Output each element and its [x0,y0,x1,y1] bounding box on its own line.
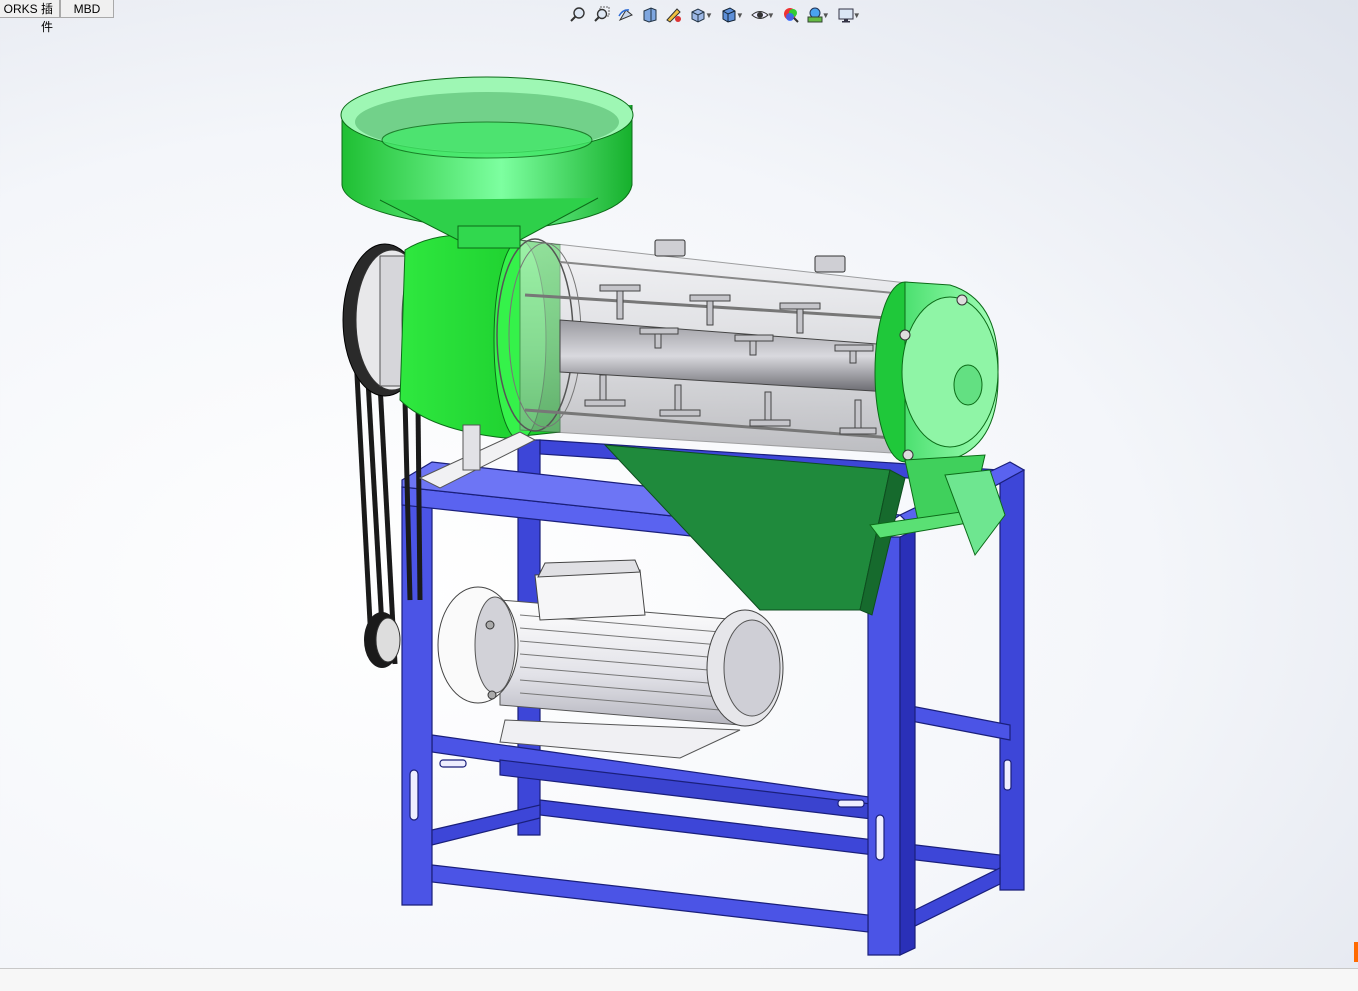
electric-motor[interactable] [437,559,784,759]
zoom-to-area-button[interactable] [590,4,614,26]
dynamic-annotation-button[interactable] [662,4,686,26]
hide-show-items-button[interactable] [748,4,772,26]
tab-mbd[interactable]: MBD [60,0,114,18]
zoom-to-fit-icon [570,7,585,22]
edge-indicator [1354,942,1358,962]
zoom-to-fit-button[interactable] [566,4,590,26]
previous-view-icon [618,9,633,22]
display-style-button[interactable] [717,4,741,26]
status-bar-strip [0,968,1358,991]
feed-hopper[interactable] [340,76,634,249]
section-view-icon [643,7,657,23]
section-view-button[interactable] [638,4,662,26]
view-orientation-button[interactable] [686,4,710,26]
motor-pulley[interactable] [364,612,401,668]
view-settings-button[interactable] [834,4,858,26]
graphics-area[interactable] [0,28,1358,968]
screen-drum[interactable] [496,238,926,456]
edit-appearance-icon [783,8,799,23]
apply-scene-icon [807,7,823,23]
apply-scene-button[interactable] [803,4,827,26]
edit-appearance-button[interactable] [779,4,803,26]
view-settings-icon [838,8,854,23]
tab-solidworks-addins[interactable]: ORKS 插件 [0,0,60,34]
display-style-icon [722,7,736,23]
view-orientation-icon [691,8,705,23]
heads-up-view-toolbar: ▼ ▼ ▼ ▼ ▼ [566,4,865,26]
zoom-to-area-icon [594,6,610,22]
dynamic-annotation-icon [666,8,681,23]
previous-view-button[interactable] [614,4,638,26]
hide-show-items-icon [751,11,769,19]
command-manager-tabs: ORKS 插件 MBD [0,0,114,34]
